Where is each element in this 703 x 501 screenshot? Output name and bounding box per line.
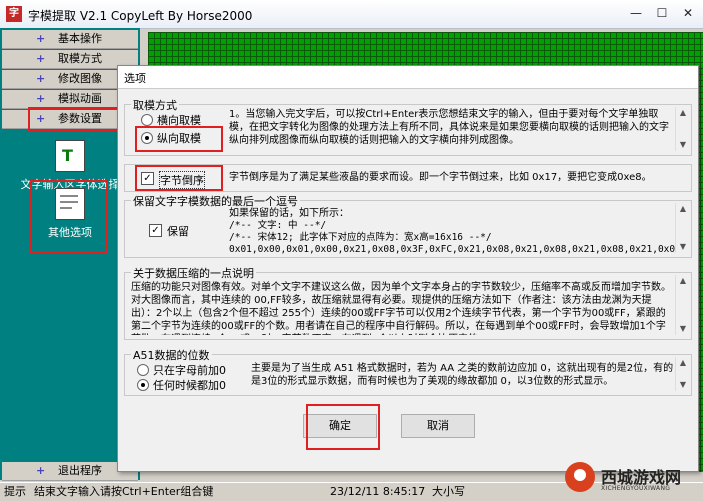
font-icon: T	[55, 140, 85, 172]
radio-label: 任何时候都加0	[153, 379, 226, 392]
scroll-down-icon: ▼	[679, 324, 687, 333]
maximize-button[interactable]: ☐	[652, 4, 672, 22]
reverse-description: 字节倒序是为了满足某些液晶的要求而设。即一个字节倒过来，比如 0x17，要把它变…	[229, 172, 652, 183]
keep-checkbox[interactable]: ✓	[149, 224, 162, 237]
scroll-down-icon: ▼	[679, 242, 687, 251]
group-a51: A51数据的位数 只在字母前加0 任何时候都加0 主要是为了当生成 A51 格式…	[124, 347, 692, 396]
highlight-box	[30, 180, 108, 254]
title-bar: 字 字模提取 V2.1 CopyLeft By Horse2000 — ☐ ✕	[0, 0, 703, 29]
highlight-box	[306, 404, 380, 450]
sidebar-item-label: 退出程序	[58, 464, 102, 477]
scroll-down-icon: ▼	[679, 140, 687, 149]
radio-letter-only[interactable]	[137, 364, 149, 376]
group-label: 关于数据压缩的一点说明	[131, 265, 256, 281]
watermark: 西城游戏网 XICHENGYOUXIWANG	[565, 462, 699, 498]
group-mode: 取模方式 横向取模 纵向取模 1。当您输入完文字后，可以按Ctrl+Enter表…	[124, 97, 692, 156]
radio-always[interactable]	[137, 379, 149, 391]
compression-text: 压缩的功能只对图像有效。对单个文字不建议这么做，因为单个文字本身占的字节数较少，…	[131, 282, 671, 335]
group-label: 取模方式	[131, 97, 179, 113]
group-keep-comma: 保留文字字模数据的最后一个逗号 ✓ 保留 如果保留的话，如下所示： /*-- 文…	[124, 193, 692, 258]
plus-icon: +	[36, 464, 46, 477]
group-label: A51数据的位数	[131, 347, 212, 363]
a51-description: 主要是为了当生成 A51 格式数据时，若为 AA 之类的数前边应加 0，这就出现…	[251, 363, 674, 387]
plus-icon: +	[36, 92, 46, 105]
scrollbar[interactable]: ▲ ▼	[675, 357, 690, 391]
plus-icon: +	[36, 32, 46, 45]
status-datetime: 23/12/11 8:45:17	[330, 485, 426, 498]
status-caps: 大小写	[432, 485, 465, 498]
scroll-up-icon: ▲	[679, 204, 687, 213]
minimize-button[interactable]: —	[626, 4, 646, 22]
radio-horizontal[interactable]	[141, 114, 153, 126]
scrollbar[interactable]: ▲ ▼	[675, 203, 690, 253]
options-dialog: 选项 取模方式 横向取模 纵向取模 1。当您输入完文字后，可以按Ctrl+Ent…	[117, 65, 699, 472]
group-compression: 关于数据压缩的一点说明 压缩的功能只对图像有效。对单个文字不建议这么做，因为单个…	[124, 265, 692, 340]
cancel-button[interactable]: 取消	[401, 414, 475, 438]
scroll-up-icon: ▲	[679, 108, 687, 117]
plus-icon: +	[36, 52, 46, 65]
close-button[interactable]: ✕	[678, 4, 698, 22]
app-icon: 字	[6, 6, 22, 22]
checkbox-label: 保留	[167, 225, 189, 238]
sidebar-item-label: 基本操作	[58, 32, 102, 45]
scroll-up-icon: ▲	[679, 358, 687, 367]
dialog-title: 选项	[124, 72, 146, 85]
window-title: 字模提取 V2.1 CopyLeft By Horse2000	[28, 9, 253, 23]
sidebar-item-label: 修改图像	[58, 72, 102, 85]
scrollbar[interactable]: ▲ ▼	[675, 275, 690, 335]
watermark-en: XICHENGYOUXIWANG	[601, 485, 671, 492]
sidebar-item-basic[interactable]: + 基本操作	[2, 30, 138, 49]
status-tip-label: 提示	[4, 485, 26, 498]
group-reverse: ✓ 字节倒序 字节倒序是为了满足某些液晶的要求而设。即一个字节倒过来，比如 0x…	[124, 164, 692, 192]
scrollbar[interactable]: ▲ ▼	[675, 107, 690, 151]
keep-line-4: 0x01,0x00,0x01,0x00,0x21,0x08,0x3F,0xFC,…	[229, 244, 675, 255]
sidebar-item-label: 取模方式	[58, 52, 102, 65]
plus-icon: +	[36, 72, 46, 85]
scroll-up-icon: ▲	[679, 276, 687, 285]
mode-description: 1。当您输入完文字后，可以按Ctrl+Enter表示您想结束文字的输入，但由于要…	[229, 109, 669, 146]
dialog-title-bar: 选项	[118, 66, 698, 89]
highlight-box	[135, 165, 223, 191]
status-message: 结束文字输入请按Ctrl+Enter组合键	[34, 485, 214, 498]
scroll-down-icon: ▼	[679, 380, 687, 389]
sidebar-item-label: 模拟动画	[58, 92, 102, 105]
highlight-box	[135, 126, 223, 152]
watermark-logo-icon	[565, 462, 595, 492]
radio-label: 只在字母前加0	[153, 364, 226, 377]
